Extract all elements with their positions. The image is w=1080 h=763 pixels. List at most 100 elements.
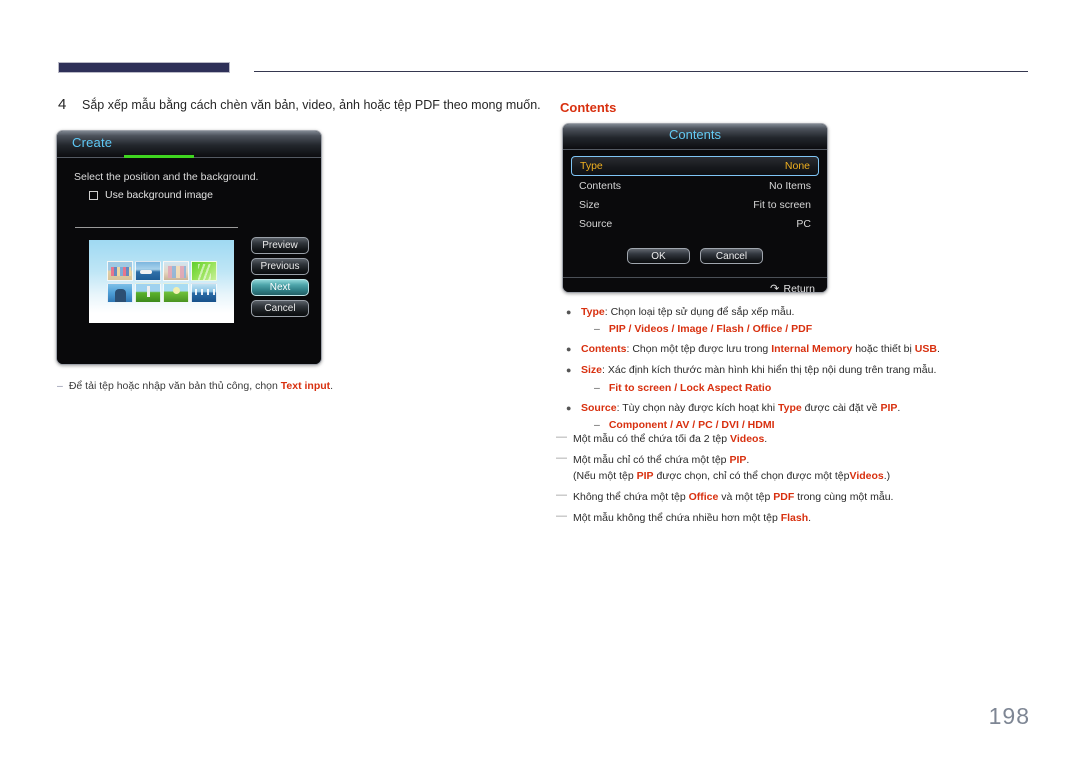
contents-row-source-value: PC: [796, 217, 811, 230]
create-dialog: Create Select the position and the backg…: [56, 130, 322, 365]
step-instruction: 4 Sắp xếp mẫu bằng cách chèn văn bản, vi…: [58, 96, 541, 113]
create-divider: [75, 227, 238, 228]
bullet-term-type: Type: [581, 306, 605, 318]
contents-cancel-button[interactable]: Cancel: [700, 248, 763, 264]
template-preview-thumbnail[interactable]: [89, 240, 234, 323]
note-pre: Một mẫu chỉ có thể chứa một tệp: [573, 453, 730, 466]
bullet-suboptions-source: – Component / AV / PC / DVI / HDMI: [581, 418, 1036, 432]
step-text: Sắp xếp mẫu bằng cách chèn văn bản, vide…: [82, 98, 541, 112]
contents-row-contents[interactable]: Contents No Items: [571, 176, 819, 195]
note-sub-mid: được chọn, chỉ có thể chọn được một tệp: [653, 470, 850, 483]
sub-dash: –: [594, 418, 600, 431]
page-number: 198: [988, 703, 1030, 729]
note-dash-icon: —: [556, 431, 567, 443]
bullet-term-contents: Contents: [581, 343, 627, 356]
thumbnail-image: [135, 261, 161, 281]
thumbnail-image: [107, 283, 133, 303]
create-dialog-body: Select the position and the background. …: [57, 158, 321, 364]
note-pre: Không thể chứa một tệp: [573, 491, 689, 504]
contents-row-contents-value: No Items: [768, 179, 811, 192]
step-number: 4: [58, 96, 67, 113]
bullet-text-source-mid: được cài đặt về: [801, 401, 881, 414]
left-note-suffix: .: [330, 380, 334, 392]
footnotes-list: — Một mẫu có thể chứa tối đa 2 tệp Video…: [556, 432, 1036, 531]
contents-dialog-title: Contents: [668, 127, 722, 142]
options-bullet-list: ● Type: Chọn loại tệp sử dụng để sắp xếp…: [566, 305, 1036, 438]
bullet-text-contents-post: .: [936, 343, 940, 356]
bullet-em-pip: PIP: [880, 401, 898, 414]
sub-options-size: Fit to screen / Lock Aspect Ratio: [608, 381, 772, 394]
create-dialog-title: Create: [72, 135, 113, 150]
note-pre: Một mẫu không thể chứa nhiều hơn một tệp: [573, 511, 781, 524]
sub-dash: –: [594, 381, 600, 394]
contents-dialog-body: Type None Contents No Items Size Fit to …: [563, 150, 827, 277]
bullet-dot-icon: ●: [566, 402, 572, 413]
note-sub-post: .): [883, 470, 891, 483]
note-post: .: [808, 511, 812, 524]
return-label: Return: [783, 283, 815, 293]
bullet-text-size: : Xác định kích thước màn hình khi hiển …: [602, 364, 937, 377]
bullet-dot-icon: ●: [566, 365, 572, 376]
bullet-text-contents-pre: : Chọn một tệp được lưu trong: [626, 343, 772, 356]
note-em-pdf: PDF: [773, 491, 795, 504]
cancel-button[interactable]: Cancel: [251, 300, 309, 317]
bullet-body-contents: Contents: Chọn một tệp được lưu trong In…: [581, 342, 1036, 357]
bullet-em-usb: USB: [914, 343, 937, 356]
header-accent-bar: [58, 62, 230, 73]
sub-dash: –: [594, 323, 600, 336]
create-progress-underline: [124, 155, 194, 158]
bullet-text-source-pre: : Tùy chọn này được kích hoạt khi: [616, 401, 778, 414]
contents-dialog-footer: ↶ Return: [563, 277, 827, 293]
bullet-item-size: ● Size: Xác định kích thước màn hình khi…: [566, 363, 1036, 394]
contents-dialog-titlebar: Contents: [563, 124, 827, 150]
contents-row-source[interactable]: Source PC: [571, 214, 819, 233]
ok-button[interactable]: OK: [627, 248, 690, 264]
contents-row-size[interactable]: Size Fit to screen: [571, 195, 819, 214]
note-text-pip-limit: Một mẫu chỉ có thể chứa một tệp PIP. (Nế…: [573, 453, 890, 484]
sub-options-source: Component / AV / PC / DVI / HDMI: [608, 418, 775, 431]
note-item-flash-limit: — Một mẫu không thể chứa nhiều hơn một t…: [556, 509, 1036, 526]
note-post: .: [764, 433, 768, 445]
note-dash-icon: —: [556, 451, 567, 464]
contents-row-type[interactable]: Type None: [571, 156, 819, 176]
checkbox-icon[interactable]: [89, 190, 98, 200]
bullet-body-size: Size: Xác định kích thước màn hình khi h…: [581, 363, 1036, 394]
sub-options-type: PIP / Videos / Image / Flash / Office / …: [608, 323, 813, 336]
left-note-emphasis: Text input: [280, 380, 331, 392]
contents-dialog-button-row: OK Cancel: [563, 248, 827, 264]
thumbnail-image: [191, 261, 217, 281]
thumbnail-image: [191, 283, 217, 303]
note-sub-em-pip: PIP: [636, 470, 654, 483]
note-text-office-pdf: Không thể chứa một tệp Office và một tệp…: [573, 490, 893, 505]
contents-dialog: Contents Type None Contents No Items Siz…: [562, 123, 828, 293]
next-button[interactable]: Next: [251, 279, 309, 296]
note-sub-em-videos: Videos: [849, 470, 884, 483]
bullet-em-type: Type: [778, 401, 802, 414]
bullet-item-type: ● Type: Chọn loại tệp sử dụng để sắp xếp…: [566, 305, 1036, 336]
use-background-image-checkbox[interactable]: Use background image: [89, 189, 213, 201]
create-instruction-text: Select the position and the background.: [74, 171, 259, 183]
note-dash-icon: —: [556, 509, 567, 522]
create-dialog-button-stack: Preview Previous Next Cancel: [251, 237, 309, 317]
create-dialog-titlebar: Create: [57, 131, 321, 158]
contents-row-size-label: Size: [579, 198, 600, 211]
note-post: trong cùng một mẫu.: [794, 491, 894, 504]
contents-row-source-label: Source: [579, 217, 613, 230]
bullet-suboptions-size: – Fit to screen / Lock Aspect Ratio: [581, 381, 1036, 395]
use-background-image-label: Use background image: [105, 189, 213, 201]
thumbnail-grid: [107, 261, 217, 303]
note-em-office: Office: [688, 491, 719, 504]
preview-button[interactable]: Preview: [251, 237, 309, 254]
return-arrow-icon: ↶: [770, 282, 780, 293]
note-item-pip-limit: — Một mẫu chỉ có thể chứa một tệp PIP. (…: [556, 451, 1036, 484]
note-sub-pre: (Nếu một tệp: [573, 470, 637, 483]
bullet-em-internal-memory: Internal Memory: [771, 343, 853, 356]
previous-button[interactable]: Previous: [251, 258, 309, 275]
left-column-note: – Để tải tệp hoặc nhập văn bản thủ công,…: [57, 380, 333, 392]
note-item-office-pdf: — Không thể chứa một tệp Office và một t…: [556, 490, 1036, 505]
bullet-suboptions-type: – PIP / Videos / Image / Flash / Office …: [581, 322, 1036, 336]
contents-section-heading: Contents: [560, 100, 617, 115]
bullet-body-type: Type: Chọn loại tệp sử dụng để sắp xếp m…: [581, 305, 1036, 336]
note-em-videos: Videos: [730, 433, 765, 445]
note-dash-icon: —: [556, 489, 567, 502]
